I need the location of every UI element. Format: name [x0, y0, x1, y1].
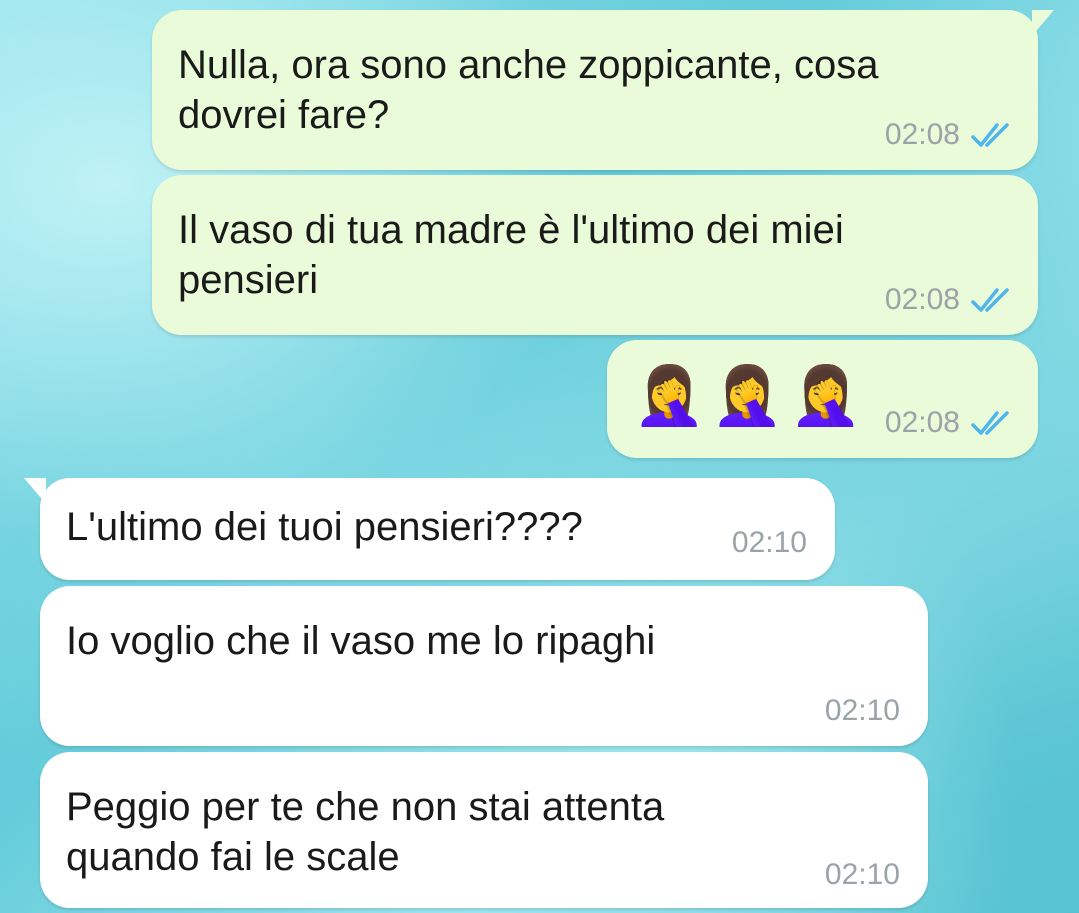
message-bubble-incoming[interactable]: Peggio per te che non stai attenta quand… — [40, 752, 928, 908]
woman-facepalming-emoji: 🤦‍♀️ — [789, 363, 862, 428]
message-bubble-incoming[interactable]: Io voglio che il vaso me lo ripaghi 02:1… — [40, 586, 928, 746]
double-check-icon — [971, 411, 1009, 435]
message-meta: 02:08 — [885, 408, 1014, 438]
message-meta: 02:10 — [825, 696, 900, 726]
woman-facepalming-emoji: 🤦‍♀️ — [633, 363, 706, 428]
bubble-tail — [24, 478, 46, 504]
double-check-icon — [971, 123, 1009, 147]
message-meta: 02:08 — [885, 120, 1014, 150]
message-bubble-incoming[interactable]: L'ultimo dei tuoi pensieri???? 02:10 — [24, 478, 835, 580]
message-meta: 02:08 — [885, 285, 1014, 315]
message-bubble-outgoing[interactable]: Il vaso di tua madre è l'ultimo dei miei… — [152, 175, 1038, 335]
message-time: 02:10 — [824, 694, 900, 727]
chat-area: Nulla, ora sono anche zoppicante, cosa d… — [0, 0, 1079, 913]
woman-facepalming-emoji: 🤦‍♀️ — [711, 363, 784, 428]
message-bubble-outgoing[interactable]: 🤦‍♀️ 🤦‍♀️ 🤦‍♀️ 02:08 — [607, 340, 1038, 458]
message-time: 02:08 — [884, 406, 960, 439]
bubble-tail — [1032, 10, 1054, 36]
message-text: Peggio per te che non stai attenta quand… — [66, 785, 665, 879]
message-text: L'ultimo dei tuoi pensieri???? — [66, 505, 583, 549]
emoji-row: 🤦‍♀️ 🤦‍♀️ 🤦‍♀️ — [633, 360, 862, 432]
message-text: Io voglio che il vaso me lo ripaghi — [66, 619, 656, 663]
message-meta: 02:10 — [732, 528, 807, 558]
message-time: 02:10 — [824, 858, 900, 891]
message-time: 02:08 — [884, 283, 960, 316]
message-time: 02:10 — [731, 526, 807, 559]
message-time: 02:08 — [884, 118, 960, 151]
message-bubble-outgoing[interactable]: Nulla, ora sono anche zoppicante, cosa d… — [152, 10, 1054, 170]
message-text: Il vaso di tua madre è l'ultimo dei miei… — [178, 208, 844, 302]
message-meta: 02:10 — [825, 860, 900, 890]
double-check-icon — [971, 288, 1009, 312]
message-text: Nulla, ora sono anche zoppicante, cosa d… — [178, 43, 879, 137]
